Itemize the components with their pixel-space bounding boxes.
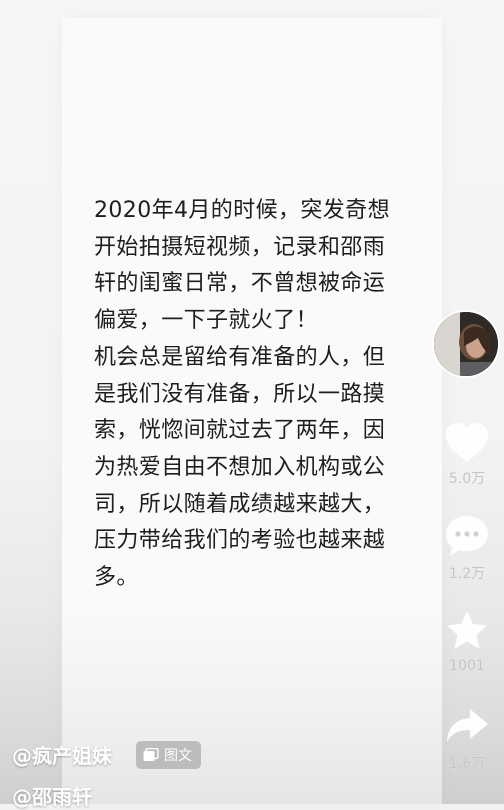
author-name[interactable]: @疯产姐妹 <box>12 740 112 769</box>
comment-action[interactable]: 1.2万 <box>436 513 498 583</box>
star-icon <box>447 611 487 649</box>
post-type-label: 图文 <box>164 748 192 764</box>
share-arrow-icon <box>447 709 488 742</box>
comment-bubble-icon <box>446 516 488 556</box>
author-avatar[interactable] <box>434 312 498 376</box>
like-count: 5.0万 <box>448 471 486 487</box>
share-count: 1.6万 <box>448 756 486 772</box>
post-type-tag[interactable]: 图文 <box>136 741 201 769</box>
avatar-photo <box>434 312 498 376</box>
share-action[interactable]: 1.6万 <box>436 703 498 773</box>
heart-icon <box>446 423 488 462</box>
comment-count: 1.2万 <box>448 566 486 582</box>
favorite-action[interactable]: 1001 <box>436 608 498 674</box>
mentioned-user[interactable]: @邵雨轩 <box>12 781 92 810</box>
gallery-icon <box>143 748 159 761</box>
favorite-count: 1001 <box>449 658 485 674</box>
post-text: 2020年4月的时候，突发奇想 开始拍摄短视频，记录和邵雨 轩的闺蜜日常，不曾想… <box>94 198 390 591</box>
like-action[interactable]: 5.0万 <box>436 420 498 488</box>
